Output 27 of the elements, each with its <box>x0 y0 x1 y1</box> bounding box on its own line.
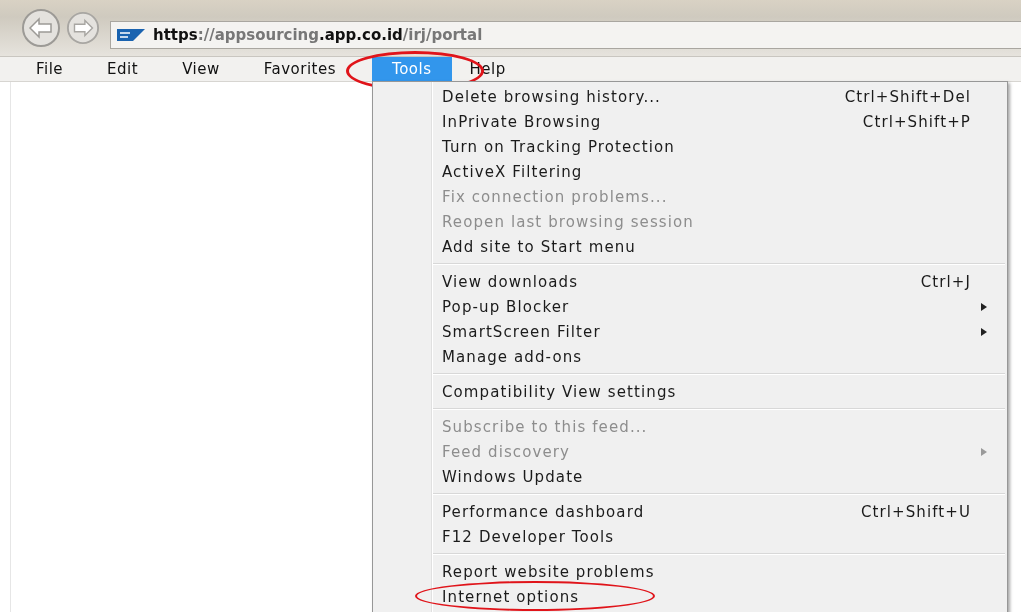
menu-item[interactable]: ActiveX Filtering <box>373 159 1007 184</box>
shortcut-text: Ctrl+Shift+U <box>860 502 971 521</box>
menu-item[interactable]: InPrivate Browsing Ctrl+Shift+P <box>373 109 1007 134</box>
menu-bar-item[interactable]: View <box>172 57 230 81</box>
menu-item[interactable]: Performance dashboard Ctrl+Shift+U <box>373 499 1007 524</box>
menu-item[interactable]: Pop-up Blocker <box>373 294 1007 319</box>
url-text: https://appsourcing.app.co.id/irj/portal <box>153 26 483 44</box>
menu-item[interactable]: Manage add-ons <box>373 344 1007 369</box>
menu-item[interactable]: Add site to Start menu <box>373 234 1007 259</box>
forward-button[interactable] <box>64 11 102 45</box>
site-logo-icon <box>117 29 145 41</box>
menu-bar-item[interactable]: Favorites <box>253 57 347 81</box>
menu-item[interactable]: Delete browsing history... Ctrl+Shift+Del <box>373 84 1007 109</box>
menu-bar-item[interactable]: Edit <box>97 57 149 81</box>
shortcut-text: Ctrl+Shift+P <box>862 112 971 131</box>
menu-item[interactable]: Turn on Tracking Protection <box>373 134 1007 159</box>
menu-item[interactable]: Report website problems <box>373 559 1007 584</box>
menu-item[interactable]: F12 Developer Tools <box>373 524 1007 549</box>
menu-item[interactable]: Compatibility View settings <box>373 379 1007 404</box>
menu-item[interactable]: Windows Update <box>373 464 1007 489</box>
menu-item[interactable]: Internet options <box>373 584 1007 609</box>
shortcut-text: Ctrl+J <box>920 272 971 291</box>
menu-item[interactable]: View downloads Ctrl+J <box>373 269 1007 294</box>
address-bar[interactable]: https://appsourcing.app.co.id/irj/portal <box>110 21 1021 49</box>
menu-item[interactable]: SmartScreen Filter <box>373 319 1007 344</box>
shortcut-text: Ctrl+Shift+Del <box>844 87 971 106</box>
menu-bar-item[interactable]: File <box>26 57 74 81</box>
